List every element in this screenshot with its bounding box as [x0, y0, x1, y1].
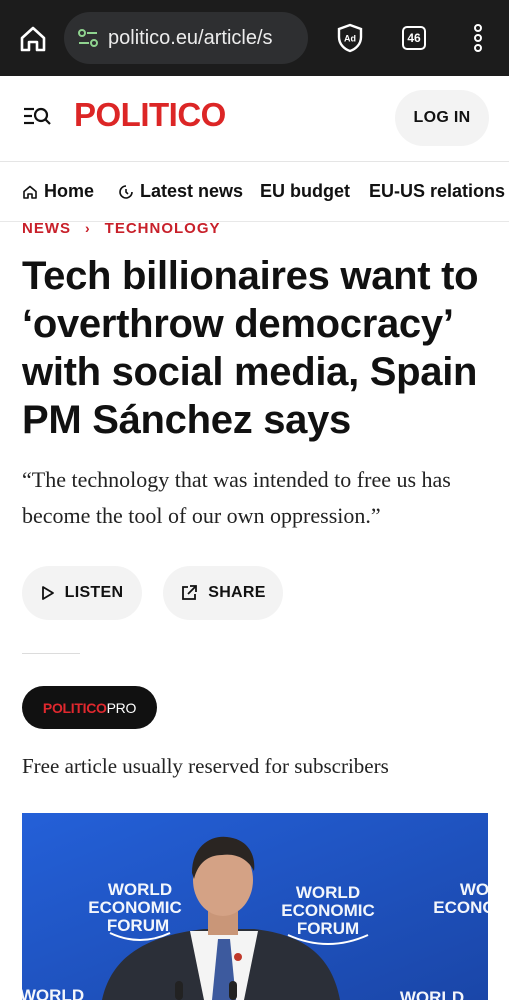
address-bar[interactable]: politico.eu/article/s	[64, 12, 308, 64]
nav-item-latest-news[interactable]: Latest news	[118, 181, 243, 202]
svg-text:ECONOMIC: ECONOMIC	[433, 898, 488, 917]
more-options-icon[interactable]	[460, 20, 496, 56]
pro-badge-part2: PRO	[106, 699, 137, 716]
divider	[22, 653, 80, 654]
svg-text:WORLD: WORLD	[108, 880, 172, 899]
politico-logo[interactable]: POLITICO	[74, 96, 226, 134]
svg-text:FORUM: FORUM	[297, 919, 359, 938]
politico-pro-badge: POLITICO PRO	[22, 686, 157, 729]
url-text[interactable]: politico.eu/article/s	[108, 27, 273, 50]
share-button[interactable]: SHARE	[163, 566, 283, 620]
nav-item-eu-budget[interactable]: EU budget	[260, 181, 350, 202]
chevron-right-icon: ›	[85, 220, 91, 236]
article-headline: Tech billionaires want to ‘overthrow dem…	[22, 254, 479, 442]
nav-item-label: Latest news	[140, 181, 244, 201]
listen-label: LISTEN	[64, 584, 124, 601]
site-header: POLITICO LOG IN	[0, 76, 509, 162]
svg-text:WORLD: WORLD	[400, 988, 464, 1000]
share-label: SHARE	[208, 584, 266, 601]
home-icon[interactable]	[14, 20, 52, 58]
article-dek: “The technology that was intended to fre…	[22, 467, 451, 528]
nav-item-label: EU budget	[260, 181, 350, 201]
login-button[interactable]: LOG IN	[395, 90, 489, 146]
site-settings-icon[interactable]	[76, 26, 100, 50]
svg-text:WORLD: WORLD	[296, 883, 360, 902]
pro-badge-part1: POLITICO	[42, 699, 107, 716]
browser-toolbar: politico.eu/article/s Ad 46	[0, 0, 509, 76]
tab-switcher-button[interactable]: 46	[396, 20, 432, 56]
menu-search-icon[interactable]	[22, 104, 54, 132]
hero-image: WORLD ECONOMIC FORUM WORLD ECONOMIC FORU…	[22, 813, 488, 1000]
svg-text:Ad: Ad	[344, 34, 356, 44]
clock-icon	[119, 184, 133, 199]
section-nav: Home Latest news EU budget EU-US relatio…	[0, 162, 509, 222]
nav-item-eu-us-relations[interactable]: EU-US relations	[369, 181, 505, 202]
nav-item-label: EU-US relations	[369, 181, 506, 201]
adblock-shield-icon[interactable]: Ad	[332, 20, 368, 56]
share-icon	[182, 585, 198, 600]
nav-item-home[interactable]: Home	[22, 181, 94, 202]
breadcrumb: NEWS › TECHNOLOGY	[22, 218, 221, 238]
nav-item-label: Home	[44, 181, 95, 201]
home-icon	[23, 185, 37, 199]
svg-text:WORLD: WORLD	[22, 986, 84, 1000]
svg-text:FORUM: FORUM	[107, 916, 169, 935]
svg-text:ECONOMIC: ECONOMIC	[88, 898, 182, 917]
play-icon	[41, 586, 54, 600]
svg-text:ECONOMIC: ECONOMIC	[281, 901, 375, 920]
breadcrumb-technology[interactable]: TECHNOLOGY	[105, 220, 221, 237]
listen-button[interactable]: LISTEN	[22, 566, 142, 620]
breadcrumb-news[interactable]: NEWS	[22, 220, 71, 237]
free-article-note: Free article usually reserved for subscr…	[22, 754, 389, 778]
tab-count: 46	[402, 26, 426, 50]
svg-text:WORLD: WORLD	[460, 880, 488, 899]
